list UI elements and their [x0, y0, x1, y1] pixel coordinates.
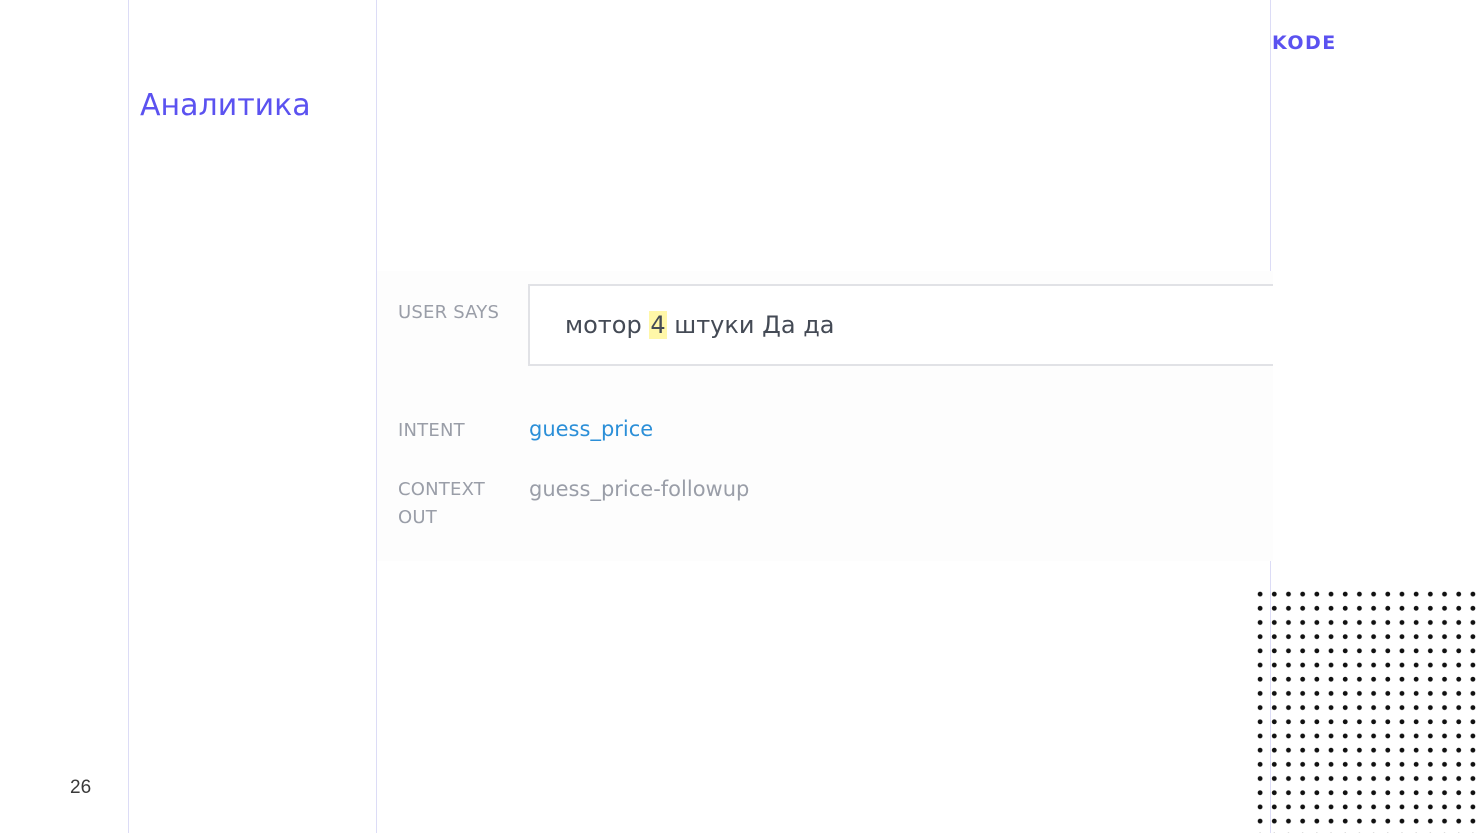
intent-label: INTENT — [398, 420, 465, 441]
context-out-label: CONTEXT OUT — [398, 479, 485, 528]
user-says-label: USER SAYS — [398, 302, 500, 323]
says-text-after: штуки Да да — [666, 311, 835, 339]
user-says-input[interactable]: мотор 4 штуки Да да — [528, 284, 1273, 366]
dialogflow-screenshot: USER SAYS мотор 4 штуки Да да INTENT gue… — [377, 271, 1273, 561]
context-out-value: guess_price-followup — [529, 477, 750, 501]
highlighted-entity[interactable]: 4 — [649, 311, 667, 339]
slide-title: Аналитика — [140, 88, 311, 123]
page-number: 26 — [70, 777, 92, 798]
guide-line — [128, 0, 129, 833]
says-text-before: мотор — [565, 311, 650, 339]
user-says-text: мотор 4 штуки Да да — [565, 308, 835, 342]
kode-logo: KODE — [1272, 32, 1337, 54]
slide: KODE Аналитика USER SAYS мотор 4 штуки Д… — [0, 0, 1480, 833]
dot-pattern — [1253, 587, 1480, 833]
intent-link[interactable]: guess_price — [529, 414, 653, 444]
